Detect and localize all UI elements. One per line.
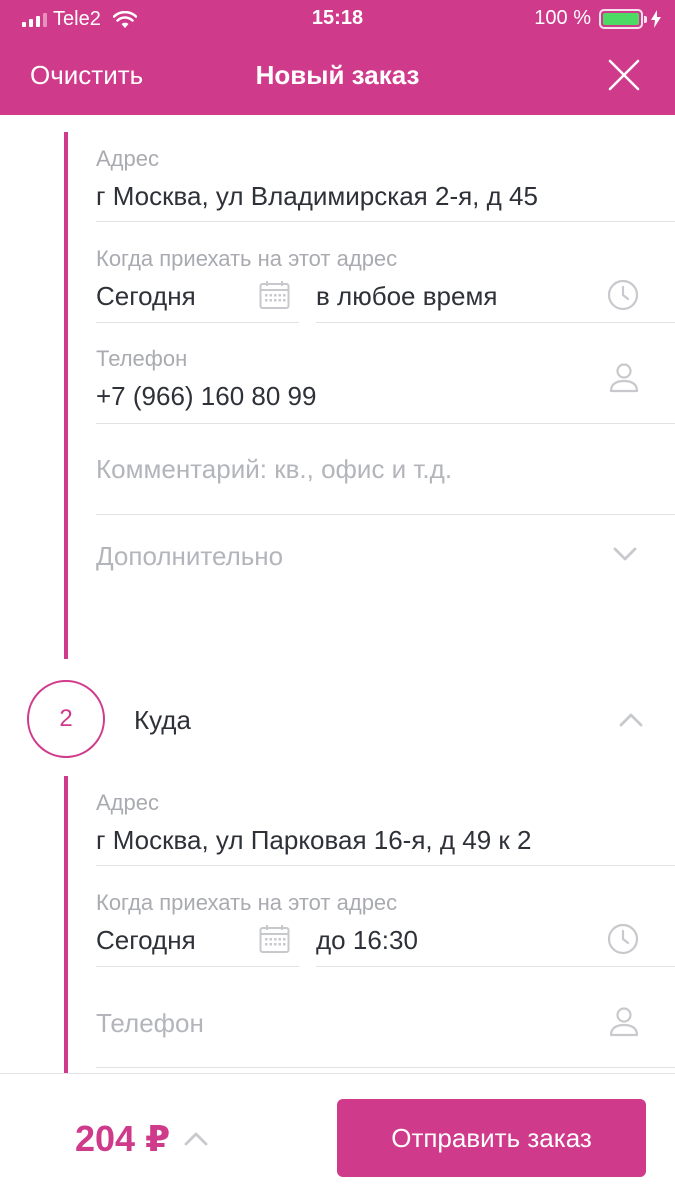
destination-address-label: Адрес xyxy=(96,790,159,815)
destination-when-label: Когда приехать на этот адрес xyxy=(96,890,398,915)
destination-address-value: г Москва, ул Парковая 16-я, д 49 к 2 xyxy=(96,825,532,855)
chevron-up-icon xyxy=(619,713,643,727)
pickup-address-label: Адрес xyxy=(96,146,159,171)
nav-bar: Очистить Новый заказ xyxy=(0,38,675,115)
chevron-up-icon xyxy=(184,1132,208,1146)
close-button[interactable] xyxy=(607,58,641,92)
step-title: Куда xyxy=(134,705,191,735)
bottom-bar: 204 ₽ Отправить заказ xyxy=(0,1073,675,1200)
contact-icon[interactable] xyxy=(609,1006,639,1038)
destination-date-value: Сегодня xyxy=(96,925,196,955)
price-summary[interactable]: 204 ₽ xyxy=(75,1118,208,1160)
price-value: 204 ₽ xyxy=(75,1118,171,1159)
charging-bolt-icon xyxy=(651,9,661,28)
status-bar: Tele2 15:18 100 % xyxy=(0,0,675,38)
timeline-line-destination xyxy=(64,776,68,1076)
wifi-icon xyxy=(112,10,137,28)
pickup-comment-field[interactable]: Комментарий: кв., офис и т.д. xyxy=(96,424,675,515)
pickup-time-value: в любое время xyxy=(316,281,498,311)
calendar-icon xyxy=(259,281,290,309)
pickup-address-value: г Москва, ул Владимирская 2-я, д 45 xyxy=(96,181,538,211)
destination-collapse-toggle[interactable] xyxy=(605,700,655,740)
destination-phone-field[interactable]: Телефон xyxy=(96,984,675,1068)
destination-date-field[interactable]: Сегодня xyxy=(96,918,299,967)
clear-button[interactable]: Очистить xyxy=(30,60,143,91)
pickup-date-value: Сегодня xyxy=(96,281,196,311)
close-icon xyxy=(608,59,640,91)
contact-icon[interactable] xyxy=(609,362,639,394)
calendar-icon xyxy=(259,925,290,953)
signal-icon xyxy=(22,12,47,27)
pickup-comment-placeholder: Комментарий: кв., офис и т.д. xyxy=(96,454,453,484)
destination-time-value: до 16:30 xyxy=(316,925,418,955)
pickup-when-label: Когда приехать на этот адрес xyxy=(96,246,398,271)
battery-percent: 100 % xyxy=(534,7,591,29)
chevron-down-icon xyxy=(613,547,637,561)
pickup-phone-value: +7 (966) 160 80 99 xyxy=(96,381,317,411)
pickup-more-label: Дополнительно xyxy=(96,541,284,571)
top-bar: Tele2 15:18 100 % Очистить Новый заказ xyxy=(0,0,675,115)
pickup-phone-field[interactable]: Телефон +7 (966) 160 80 99 xyxy=(96,340,675,424)
battery-icon xyxy=(599,8,647,29)
carrier-name: Tele2 xyxy=(53,8,101,30)
clock-icon xyxy=(607,923,639,955)
destination-phone-placeholder: Телефон xyxy=(96,1008,204,1038)
pickup-time-field[interactable]: в любое время xyxy=(316,274,675,323)
destination-address-field[interactable]: Адрес г Москва, ул Парковая 16-я, д 49 к… xyxy=(96,784,675,866)
submit-order-button[interactable]: Отправить заказ xyxy=(337,1099,646,1177)
pickup-date-field[interactable]: Сегодня xyxy=(96,274,299,323)
step-number-badge: 2 xyxy=(27,680,105,758)
pickup-address-field[interactable]: Адрес г Москва, ул Владимирская 2-я, д 4… xyxy=(96,140,675,222)
clock-icon xyxy=(607,279,639,311)
timeline-line-pickup xyxy=(64,132,68,659)
destination-time-field[interactable]: до 16:30 xyxy=(316,918,675,967)
pickup-more-toggle[interactable]: Дополнительно xyxy=(96,515,675,595)
pickup-phone-label: Телефон xyxy=(96,346,188,371)
